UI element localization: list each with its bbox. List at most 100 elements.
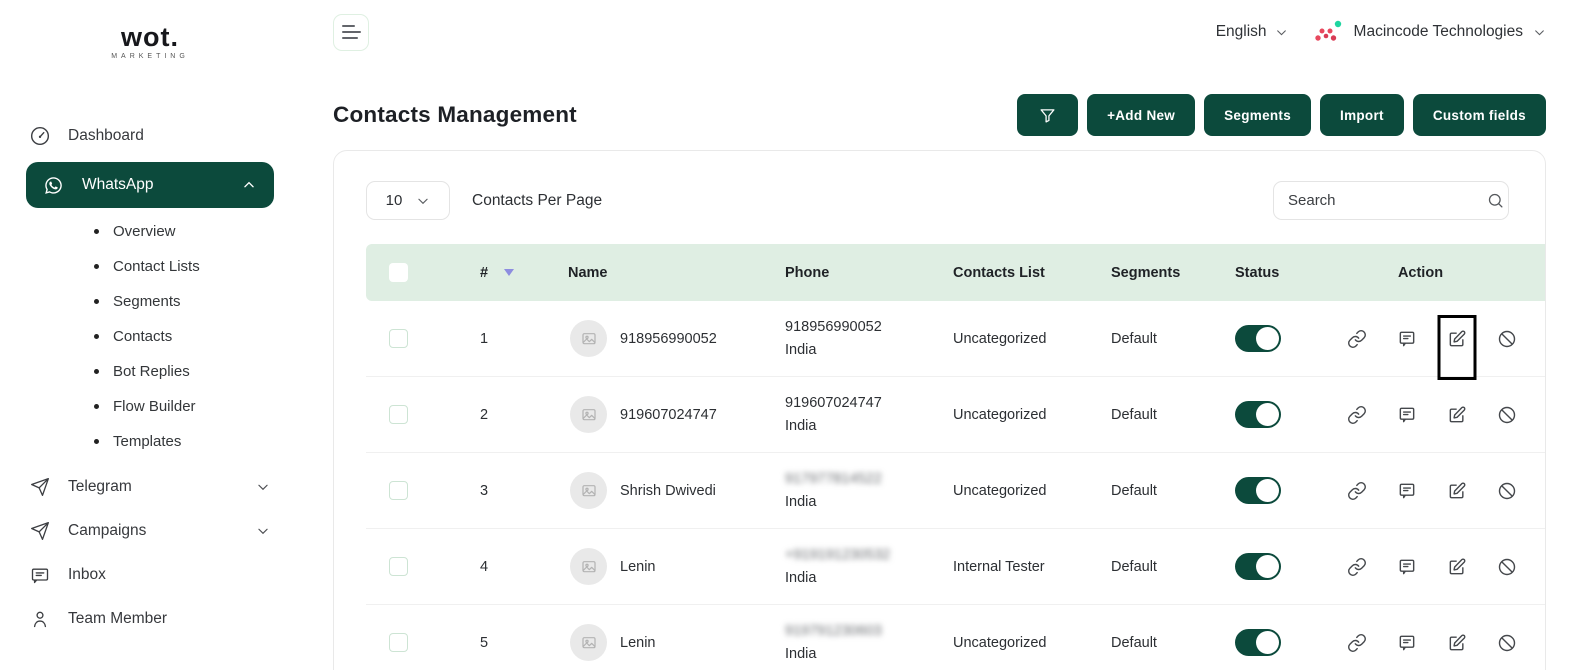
sidebar-subitem-flow-builder[interactable]: Flow Builder [28,389,272,424]
block-icon[interactable] [1496,480,1517,501]
topbar: English [333,0,1546,64]
sort-descending-icon[interactable] [504,269,514,276]
col-segments: Segments [1074,265,1198,281]
sidebar-item-label: Team Member [68,610,167,628]
segments-button[interactable]: Segments [1204,94,1311,136]
per-page-select[interactable]: 10 [366,181,450,220]
block-icon[interactable] [1496,556,1517,577]
contact-name: Shrish Dwivedi [620,483,716,499]
toggle-knob [1256,631,1279,654]
chat-lines-icon [30,565,50,585]
brand-logo: wot. Marketing [0,10,300,74]
row-number: 1 [430,331,530,347]
whatsapp-submenu: Overview Contact Lists Segments Contacts… [28,212,272,465]
edit-icon[interactable] [1446,556,1467,577]
message-icon[interactable] [1396,632,1417,653]
block-icon[interactable] [1496,328,1517,349]
bullet [94,229,99,234]
message-icon[interactable] [1396,556,1417,577]
contact-name: Lenin [620,635,655,651]
sidebar-item-dashboard[interactable]: Dashboard [28,114,272,158]
chevron-down-icon [1275,26,1288,39]
brand-logo-text: wot. [121,24,179,51]
copy-link-icon[interactable] [1346,328,1367,349]
row-checkbox[interactable] [389,405,408,424]
phone-country: India [785,643,916,665]
sidebar-item-campaigns[interactable]: Campaigns [28,509,272,553]
page-title: Contacts Management [333,102,577,128]
select-all-checkbox[interactable] [389,263,408,282]
sidebar-subitem-contact-lists[interactable]: Contact Lists [28,249,272,284]
paper-plane-icon [30,521,50,541]
language-selector[interactable]: English [1216,23,1288,41]
col-phone: Phone [748,265,916,281]
chevron-down-icon [256,524,270,538]
sidebar-item-label: Campaigns [68,522,146,540]
import-button[interactable]: Import [1320,94,1404,136]
copy-link-icon[interactable] [1346,632,1367,653]
subitem-label: Overview [113,223,176,240]
table-row: 4 Lenin +919191230532 India Internal Tes… [366,529,1545,605]
filter-button[interactable] [1017,94,1078,136]
block-icon[interactable] [1496,632,1517,653]
col-action: Action [1324,265,1545,281]
search-icon[interactable] [1487,192,1504,209]
app-root: wot. Marketing Dashboard WhatsApp Ov [0,0,1584,670]
row-checkbox[interactable] [389,557,408,576]
phone-country: India [785,491,916,513]
message-icon[interactable] [1396,328,1417,349]
avatar [570,548,607,585]
status-toggle[interactable] [1235,401,1281,428]
funnel-icon [1039,107,1056,124]
sidebar-subitem-segments[interactable]: Segments [28,284,272,319]
edit-icon[interactable] [1446,480,1467,501]
sidebar-item-whatsapp[interactable]: WhatsApp [26,162,274,208]
add-new-button[interactable]: +Add New [1087,94,1195,136]
segment-value: Default [1074,407,1198,423]
custom-fields-button[interactable]: Custom fields [1413,94,1546,136]
subitem-label: Contact Lists [113,258,200,275]
toggle-knob [1256,403,1279,426]
edit-icon[interactable] [1446,632,1467,653]
subitem-label: Contacts [113,328,172,345]
toggle-knob [1256,479,1279,502]
status-toggle[interactable] [1235,477,1281,504]
copy-link-icon[interactable] [1346,404,1367,425]
chevron-down-icon [1533,26,1546,39]
status-toggle[interactable] [1235,325,1281,352]
sidebar-subitem-bot-replies[interactable]: Bot Replies [28,354,272,389]
edit-icon[interactable] [1446,404,1467,425]
sidebar-item-label: Inbox [68,566,106,584]
search-input[interactable] [1288,192,1487,209]
copy-link-icon[interactable] [1346,556,1367,577]
search-box [1273,181,1509,220]
sidebar-item-telegram[interactable]: Telegram [28,465,272,509]
phone-number: 918956990052 [785,316,916,338]
copy-link-icon[interactable] [1346,480,1367,501]
sidebar-item-label: Telegram [68,478,132,496]
block-icon[interactable] [1496,404,1517,425]
edit-icon[interactable] [1446,328,1467,349]
sidebar-item-inbox[interactable]: Inbox [28,553,272,597]
avatar [570,320,607,357]
status-toggle[interactable] [1235,629,1281,656]
bullet [94,369,99,374]
table-row: 2 919607024747 919607024747 India Uncate… [366,377,1545,453]
message-icon[interactable] [1396,480,1417,501]
sidebar-subitem-overview[interactable]: Overview [28,214,272,249]
message-icon[interactable] [1396,404,1417,425]
sidebar-toggle-button[interactable] [333,14,369,51]
sidebar-subitem-templates[interactable]: Templates [28,424,272,459]
bullet [94,439,99,444]
sidebar-subitem-contacts[interactable]: Contacts [28,319,272,354]
contact-name: Lenin [620,559,655,575]
sidebar-item-team-member[interactable]: Team Member [28,597,272,641]
organization-selector[interactable]: Macincode Technologies [1314,19,1546,45]
paper-plane-icon [30,477,50,497]
contacts-card: 10 Contacts Per Page # [333,150,1546,670]
row-checkbox[interactable] [389,329,408,348]
phone-country: India [785,339,916,361]
row-checkbox[interactable] [389,481,408,500]
status-toggle[interactable] [1235,553,1281,580]
row-checkbox[interactable] [389,633,408,652]
